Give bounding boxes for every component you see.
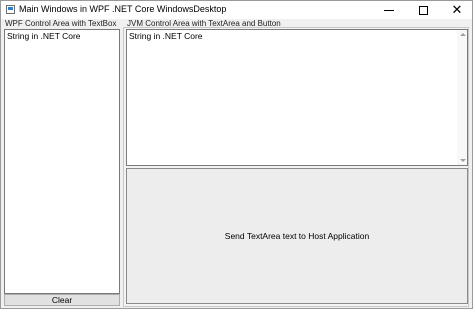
window-title: Main Windows in WPF .NET Core WindowsDes… bbox=[19, 4, 227, 14]
minimize-button[interactable] bbox=[372, 1, 406, 19]
scroll-up-arrow-icon[interactable] bbox=[460, 33, 466, 36]
wpf-textbox-value: String in .NET Core bbox=[7, 31, 81, 41]
maximize-icon bbox=[418, 5, 428, 15]
jvm-textarea-value: String in .NET Core bbox=[129, 31, 203, 41]
wpf-area-label: WPF Control Area with TextBox bbox=[5, 19, 117, 28]
app-window-icon bbox=[6, 5, 15, 14]
close-button[interactable]: ✕ bbox=[440, 1, 474, 19]
close-icon: ✕ bbox=[451, 2, 463, 18]
send-button-label: Send TextArea text to Host Application bbox=[224, 231, 370, 241]
wpf-textbox[interactable]: String in .NET Core bbox=[4, 29, 120, 294]
send-to-host-button[interactable]: Send TextArea text to Host Application bbox=[126, 168, 468, 304]
scroll-down-arrow-icon[interactable] bbox=[460, 159, 466, 162]
clear-button[interactable]: Clear bbox=[4, 294, 120, 306]
title-bar[interactable]: Main Windows in WPF .NET Core WindowsDes… bbox=[1, 1, 472, 19]
minimize-icon bbox=[384, 9, 394, 11]
maximize-button[interactable] bbox=[406, 1, 440, 19]
textarea-scrollbar[interactable] bbox=[457, 30, 467, 165]
jvm-textarea[interactable]: String in .NET Core bbox=[126, 29, 468, 166]
